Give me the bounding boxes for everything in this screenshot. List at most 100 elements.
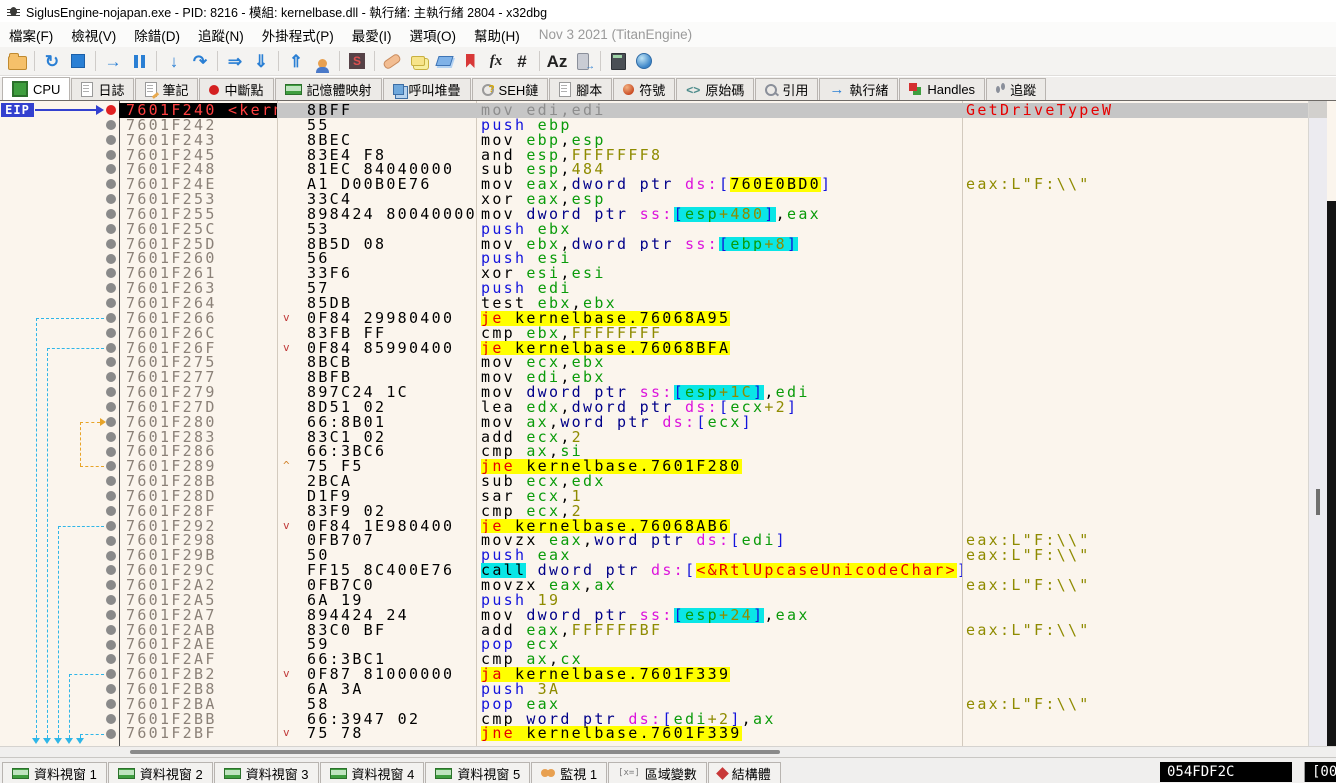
instruction-cell[interactable]: push edi [476,281,962,296]
comment-cell[interactable] [962,712,1308,727]
instruction-cell[interactable]: push eax [476,548,962,563]
address-dot[interactable] [106,268,116,278]
comment-cell[interactable] [962,296,1308,311]
tab-追蹤[interactable]: 追蹤 [986,78,1046,100]
instruction-cell[interactable]: push ebx [476,222,962,237]
address-cell[interactable]: 7601F25C [119,222,277,237]
comment-cell[interactable] [962,519,1308,534]
disasm-row[interactable]: 7601F2438BECmov ebp,esp [119,133,1308,148]
address-dot[interactable] [106,120,116,130]
bytes-cell[interactable]: 8BCB [277,355,476,370]
instruction-cell[interactable]: lea edx,dword ptr ds:[ecx+2] [476,400,962,415]
menu-item[interactable]: 選項(O) [401,22,466,48]
address-cell[interactable]: 7601F2BF [119,726,277,741]
address-dot[interactable] [106,476,116,486]
comment-cell[interactable] [962,593,1308,608]
scrollbar-thumb[interactable] [1316,489,1320,515]
bytes-cell[interactable]: 8BFF [277,103,476,118]
menu-item[interactable]: 追蹤(N) [189,22,253,48]
disasm-row[interactable]: 7601F24255push ebp [119,118,1308,133]
disassembly-view[interactable]: EIP 7601F240 <kernelb8BFFmov edi,ediGetD… [0,100,1336,746]
address-cell[interactable]: 7601F2A5 [119,593,277,608]
address-cell[interactable]: 7601F242 [119,118,277,133]
bytes-cell[interactable]: ^75 F5 [277,459,476,474]
instruction-cell[interactable]: mov dword ptr ss:[esp+480],eax [476,207,962,222]
disasm-row[interactable]: 7601F26Fv0F84 85990400je kernelbase.7606… [119,341,1308,356]
bytes-cell[interactable]: FF15 8C400E76 [277,563,476,578]
comment-cell[interactable] [962,148,1308,163]
disasm-row[interactable]: 7601F25C53push ebx [119,222,1308,237]
bytes-cell[interactable]: 898424 80040000 [277,207,476,222]
instruction-cell[interactable]: sar ecx,1 [476,489,962,504]
bytes-cell[interactable]: v0F84 1E980400 [277,519,476,534]
address-dot[interactable] [106,447,116,457]
menu-item[interactable]: 檢視(V) [62,22,125,48]
disasm-row[interactable]: 7601F289^75 F5jne kernelbase.7601F280 [119,459,1308,474]
disasm-row[interactable]: 7601F2B86A 3Apush 3A [119,682,1308,697]
address-cell[interactable]: 7601F264 [119,296,277,311]
instruction-cell[interactable]: mov eax,dword ptr ds:[760E0BD0] [476,177,962,192]
bytes-cell[interactable]: v0F84 85990400 [277,341,476,356]
comment-cell[interactable] [962,192,1308,207]
address-dot[interactable] [106,461,116,471]
execute-till-return-icon[interactable]: ⇑ [284,49,308,73]
comment-cell[interactable] [962,400,1308,415]
instruction-cell[interactable]: xor esi,esi [476,266,962,281]
comment-cell[interactable]: eax:L"F:\\" [962,578,1308,593]
breakpoint-dot[interactable] [106,105,116,115]
address-cell[interactable]: 7601F28D [119,489,277,504]
address-dot[interactable] [106,536,116,546]
vertical-scrollbar[interactable] [1308,101,1327,746]
disasm-row[interactable]: 7601F27D8D51 02lea edx,dword ptr ds:[ecx… [119,400,1308,415]
tab-引用[interactable]: 引用 [755,78,818,100]
address-dot[interactable] [106,402,116,412]
disasm-row[interactable]: 7601F24881EC 84040000sub esp,484 [119,162,1308,177]
bytes-cell[interactable]: 0FB707 [277,533,476,548]
disasm-row[interactable]: 7601F28F83F9 02cmp ecx,2 [119,504,1308,519]
comment-cell[interactable] [962,222,1308,237]
disasm-row[interactable]: 7601F2BFv75 78jne kernelbase.7601F339 [119,726,1308,741]
address-dot[interactable] [106,150,116,160]
bytes-cell[interactable]: 59 [277,637,476,652]
address-cell[interactable]: 7601F2BA [119,697,277,712]
address-dot[interactable] [106,135,116,145]
disasm-row[interactable]: 7601F2BB66:3947 02cmp word ptr ds:[edi+2… [119,712,1308,727]
disasm-row[interactable]: 7601F2980FB707movzx eax,word ptr ds:[edi… [119,533,1308,548]
comment-cell[interactable]: eax:L"F:\\" [962,623,1308,638]
comment-cell[interactable] [962,652,1308,667]
bytes-cell[interactable]: 2BCA [277,474,476,489]
run-icon[interactable]: → [101,49,125,73]
address-dot[interactable] [106,521,116,531]
disasm-row[interactable]: 7601F2A20FB7C0movzx eax,axeax:L"F:\\" [119,578,1308,593]
comment-cell[interactable] [962,251,1308,266]
address-cell[interactable]: 7601F24E [119,177,277,192]
comment-cell[interactable] [962,370,1308,385]
tab-原始碼[interactable]: <>原始碼 [676,78,754,100]
step-out-icon[interactable]: ⇓ [249,49,273,73]
address-dot[interactable] [106,625,116,635]
address-dot[interactable] [106,343,116,353]
bookmarks-icon[interactable] [458,49,482,73]
bytes-cell[interactable]: 83E4 F8 [277,148,476,163]
tab-呼叫堆疊[interactable]: 呼叫堆疊 [383,78,471,100]
disasm-row[interactable]: 7601F2AB83C0 BFadd eax,FFFFFFBFeax:L"F:\… [119,623,1308,638]
instruction-cell[interactable]: cmp ax,si [476,444,962,459]
address-cell[interactable]: 7601F2AF [119,652,277,667]
disasm-row[interactable]: 7601F2778BFBmov edi,ebx [119,370,1308,385]
address-dot[interactable] [106,417,116,427]
disasm-row[interactable]: 7601F28666:3BC6cmp ax,si [119,444,1308,459]
address-cell[interactable]: 7601F263 [119,281,277,296]
comment-cell[interactable] [962,563,1308,578]
address-dot[interactable] [106,432,116,442]
bytes-cell[interactable]: 57 [277,281,476,296]
address-dot[interactable] [106,357,116,367]
bytes-cell[interactable]: v0F84 29980400 [277,311,476,326]
bytes-cell[interactable]: 8B5D 08 [277,237,476,252]
tab-執行緒[interactable]: →執行緒 [819,78,898,100]
instruction-cell[interactable]: push 19 [476,593,962,608]
comment-cell[interactable] [962,162,1308,177]
instruction-cell[interactable]: test ebx,ebx [476,296,962,311]
instruction-cell[interactable]: cmp ax,cx [476,652,962,667]
bytes-cell[interactable]: 83C0 BF [277,623,476,638]
comment-cell[interactable] [962,474,1308,489]
